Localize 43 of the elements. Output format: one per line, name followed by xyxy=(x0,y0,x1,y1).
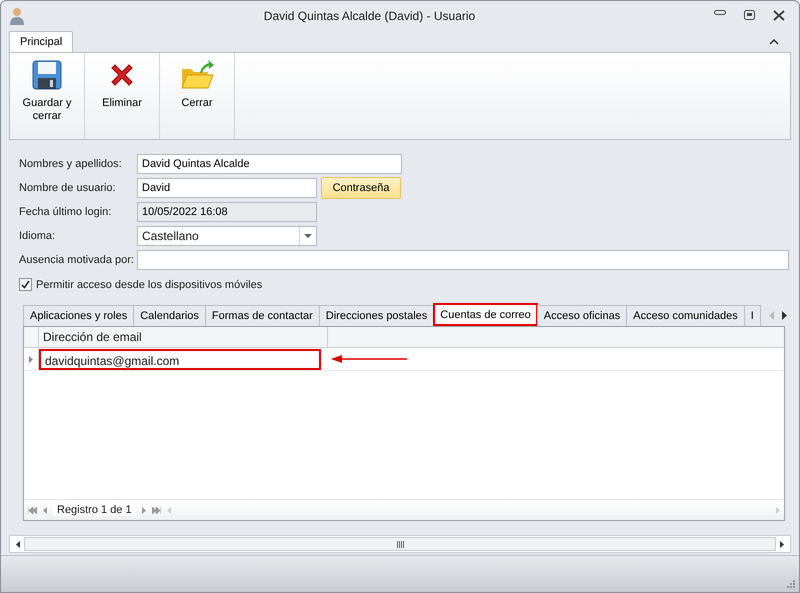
row-indicator-icon xyxy=(29,356,33,362)
first-record-icon[interactable] xyxy=(28,506,37,514)
tab[interactable]: I xyxy=(744,305,761,326)
field-label: Nombres y apellidos: xyxy=(19,158,123,170)
scroll-right-icon[interactable] xyxy=(780,540,784,548)
tab[interactable]: Cuentas de correo xyxy=(433,303,538,326)
dropdown-arrow-icon xyxy=(304,234,312,238)
language-dropdown[interactable]: Castellano xyxy=(137,226,317,246)
previous-record-icon[interactable] xyxy=(43,506,47,514)
tab[interactable]: Acceso oficinas xyxy=(536,305,628,326)
input-field[interactable]: 10/05/2022 16:08 xyxy=(137,202,317,222)
checkbox-label: Permitir acceso desde los dispositivos móviles xyxy=(36,278,262,290)
ribbon-button[interactable]: Eliminar xyxy=(85,53,160,139)
input-field[interactable]: David xyxy=(137,178,317,198)
scroll-right-icon[interactable] xyxy=(782,311,787,320)
minimize-icon[interactable] xyxy=(714,10,726,16)
tab[interactable]: Aplicaciones y roles xyxy=(23,305,134,326)
ribbon-button[interactable]: Guardar y cerrar xyxy=(10,53,85,139)
scroll-left-icon[interactable] xyxy=(16,540,20,548)
collapse-chevron-icon[interactable] xyxy=(769,38,779,46)
next-record-icon[interactable] xyxy=(142,506,146,514)
window-title: David Quintas Alcalde (David) - Usuario xyxy=(262,8,476,22)
input-field[interactable]: David Quintas Alcalde xyxy=(137,154,402,174)
field-label: Nombre de usuario: xyxy=(19,182,117,194)
table-cell: davidquintas@gmail.com xyxy=(39,348,321,370)
password-button[interactable]: Contraseña xyxy=(321,177,401,199)
field-label: Fecha último login: xyxy=(19,206,112,218)
resize-grip-icon[interactable] xyxy=(787,580,795,588)
horizontal-scrollbar[interactable] xyxy=(9,535,791,553)
field-label: Idioma: xyxy=(19,230,56,242)
last-record-icon[interactable] xyxy=(152,506,161,514)
field-label: Ausencia motivada por: xyxy=(19,254,135,266)
input-field[interactable] xyxy=(137,250,789,270)
folder-arrow-icon xyxy=(180,59,214,91)
user-icon xyxy=(9,6,25,24)
close-icon[interactable] xyxy=(773,10,785,21)
delete-x-icon xyxy=(109,62,135,88)
checkbox[interactable] xyxy=(19,278,32,291)
ribbon-button[interactable]: Cerrar xyxy=(160,53,235,139)
ribbon-tab[interactable]: Principal xyxy=(9,31,74,52)
maximize-icon[interactable] xyxy=(744,10,755,20)
record-counter: Registro 1 de 1 xyxy=(53,504,136,516)
grip-icon[interactable] xyxy=(396,540,404,548)
